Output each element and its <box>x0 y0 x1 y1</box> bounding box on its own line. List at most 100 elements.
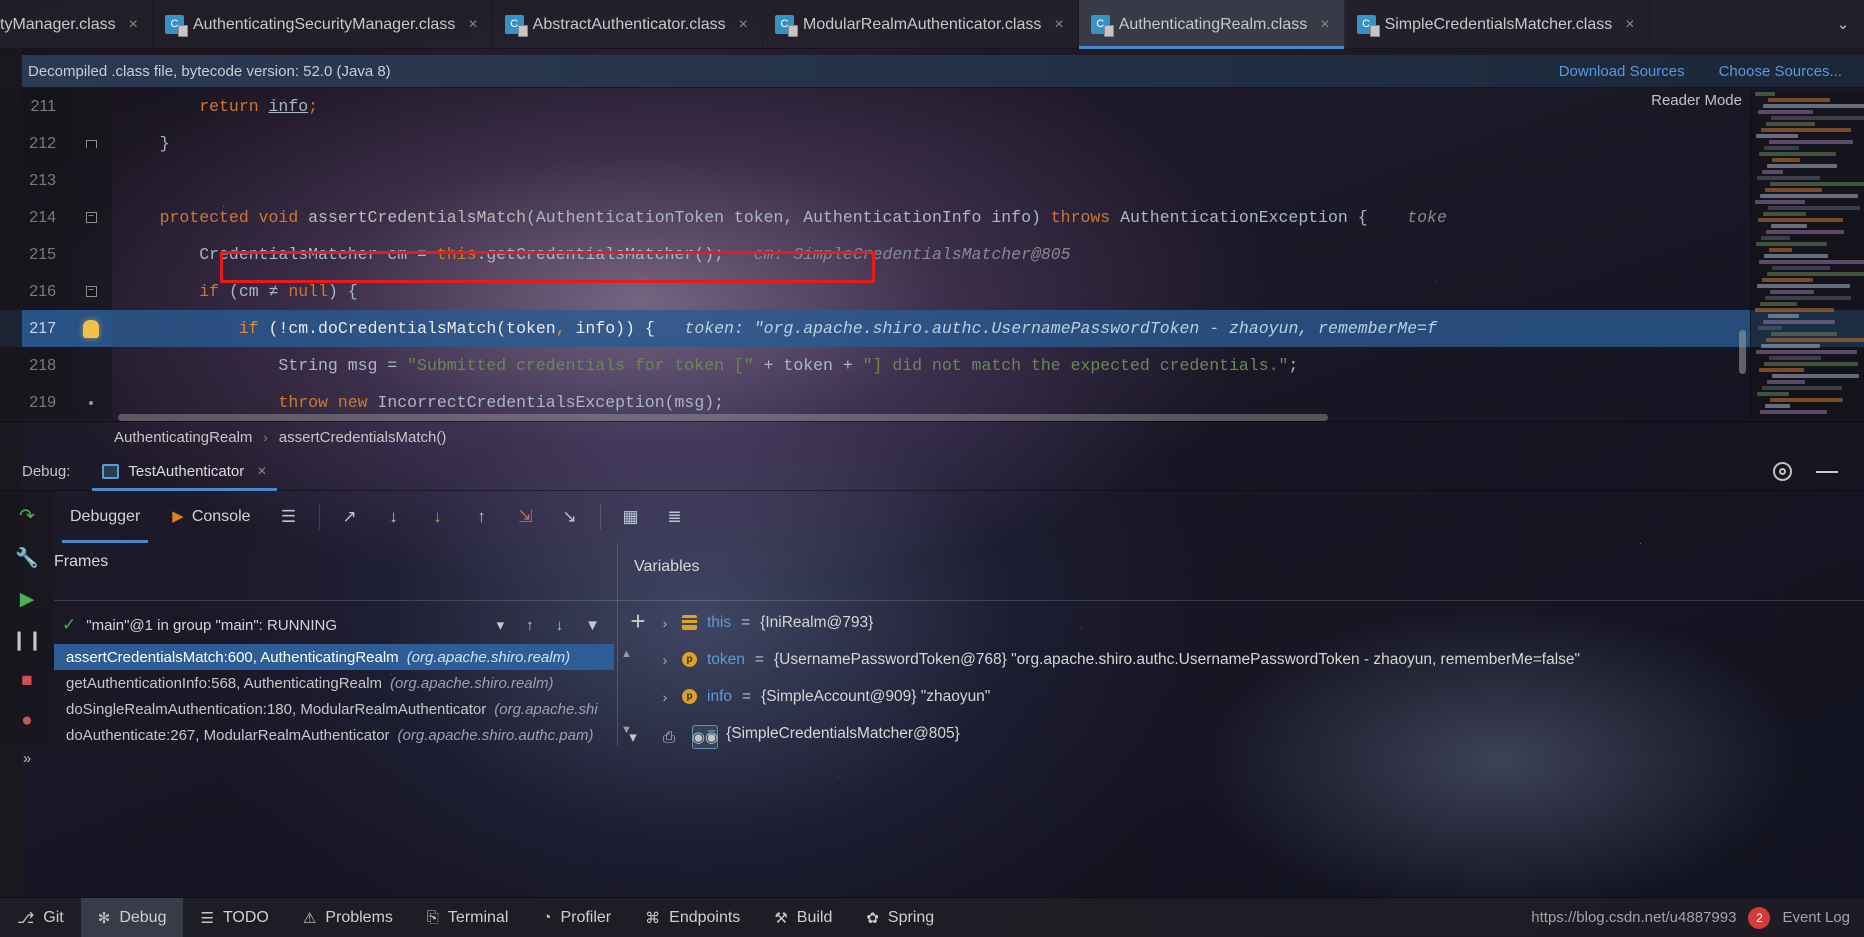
gutter-fold-column[interactable]: − <box>70 273 112 310</box>
gutter-fold-column[interactable] <box>70 125 112 162</box>
editor-tab-4[interactable]: C AuthenticatingRealm.class × <box>1078 0 1345 49</box>
status-bar-item-todo[interactable]: ☰ TODO <box>183 898 285 937</box>
watch-toggle-icon[interactable]: ◉◉ <box>692 725 718 749</box>
frame-row[interactable]: doAuthenticate:267, ModularRealmAuthenti… <box>54 722 614 748</box>
close-icon[interactable]: × <box>1625 16 1634 34</box>
stop-icon[interactable]: ■ <box>14 670 40 692</box>
chevron-down-icon[interactable]: ▾ <box>620 725 646 749</box>
status-badge[interactable]: 2 <box>1748 906 1771 929</box>
gutter-fold-column[interactable] <box>70 347 112 384</box>
arrow-up-icon[interactable]: ↑ <box>526 617 534 634</box>
chevron-right-icon[interactable]: › <box>658 689 672 705</box>
step-into-icon[interactable]: ↓ <box>381 504 407 530</box>
gutter-fold-column[interactable] <box>70 236 112 273</box>
editor-tab-5[interactable]: C SimpleCredentialsMatcher.class × <box>1345 0 1650 49</box>
chevron-right-icon[interactable]: › <box>658 615 672 631</box>
code-line[interactable]: 217 if (!cm.doCredentialsMatch(token, in… <box>0 310 1864 347</box>
close-icon[interactable]: × <box>129 16 138 34</box>
rerun-icon[interactable]: ↷ <box>14 505 40 528</box>
step-out-icon[interactable]: ↑ <box>469 504 495 530</box>
close-icon[interactable]: × <box>739 16 748 34</box>
frame-row[interactable]: doSingleRealmAuthentication:180, Modular… <box>54 696 614 722</box>
chevron-right-icon[interactable]: › <box>658 652 672 668</box>
breadcrumb-method[interactable]: assertCredentialsMatch() <box>279 429 447 446</box>
evaluate-expression-icon[interactable]: ▦ <box>618 504 644 530</box>
thread-selector[interactable]: ✓ "main"@1 in group "main": RUNNING ▾ ↑ … <box>54 608 614 642</box>
variables-list[interactable]: › this = {IniRealm@793} › p token = {Usernam… <box>650 604 1860 744</box>
gear-icon[interactable] <box>1773 462 1792 481</box>
force-step-into-icon[interactable]: ↓ <box>425 504 451 530</box>
more-actions-icon[interactable]: » <box>14 750 40 767</box>
gutter-fold-column[interactable] <box>70 88 112 125</box>
status-bar-item-debug[interactable]: ✻ Debug <box>80 897 184 937</box>
gutter-fold-column[interactable] <box>70 310 112 347</box>
reader-mode-label[interactable]: Reader Mode <box>1651 92 1742 109</box>
close-icon[interactable]: × <box>257 463 266 481</box>
chevron-down-icon[interactable]: ⌄ <box>1822 0 1864 48</box>
frame-row[interactable]: getAuthenticationInfo:568, Authenticatin… <box>54 670 614 696</box>
close-icon[interactable]: × <box>1054 16 1063 34</box>
editor-tab-3[interactable]: C ModularRealmAuthenticator.class × <box>763 0 1079 49</box>
status-bar-item-profiler[interactable]: ◔ Profiler <box>525 898 628 937</box>
gutter-fold-column[interactable] <box>70 384 112 419</box>
breadcrumb-class[interactable]: AuthenticatingRealm <box>114 429 252 446</box>
lines-icon[interactable]: ☰ <box>276 504 302 530</box>
wrench-icon[interactable]: 🔧 <box>14 546 40 570</box>
panel-divider-vertical[interactable] <box>617 543 618 746</box>
fold-end-icon[interactable] <box>85 139 97 148</box>
step-over-icon[interactable]: ↗ <box>337 504 363 530</box>
tab-debugger[interactable]: Debugger <box>54 491 156 543</box>
filter-icon[interactable]: ▼ <box>585 617 600 634</box>
tab-console[interactable]: ▶ Console <box>156 491 266 543</box>
code-line[interactable]: 216− if (cm ≠ null) { <box>0 273 1864 310</box>
code-line[interactable]: 218 String msg = "Submitted credentials … <box>0 347 1864 384</box>
variable-row[interactable]: › this = {IniRealm@793} <box>650 604 1860 641</box>
gutter-fold-column[interactable]: − <box>70 199 112 236</box>
minimap-line <box>1755 200 1805 204</box>
editor-tab-2[interactable]: C AbstractAuthenticator.class × <box>493 0 763 49</box>
code-line[interactable]: 213 <box>0 162 1864 199</box>
add-watch-icon[interactable]: + <box>630 608 645 634</box>
editor-vertical-scrollbar[interactable] <box>1739 330 1746 374</box>
variable-row[interactable]: = {SimpleCredentialsMatcher@805} <box>650 715 1860 752</box>
resume-icon[interactable]: ▶ <box>14 588 40 611</box>
download-sources-link[interactable]: Download Sources <box>1559 63 1685 80</box>
close-icon[interactable]: × <box>1320 16 1329 34</box>
chevron-down-icon[interactable]: ▾ <box>497 616 505 634</box>
editor-minimap[interactable] <box>1750 90 1864 419</box>
choose-sources-link[interactable]: Choose Sources... <box>1719 63 1842 80</box>
run-to-cursor-icon[interactable]: ↘ <box>557 504 583 530</box>
status-bar-item-terminal[interactable]: ⎘ Terminal <box>410 898 525 937</box>
status-bar-item-git[interactable]: ⎇ Git <box>0 898 81 937</box>
variable-row[interactable]: › p token = {UsernamePasswordToken@768} "o… <box>650 641 1860 678</box>
close-icon[interactable]: × <box>468 16 477 34</box>
settings-icon[interactable]: ≣ <box>662 504 688 530</box>
debug-session-tab[interactable]: TestAuthenticator × <box>92 453 277 491</box>
status-bar-item-problems[interactable]: ⚠ Problems <box>286 898 410 937</box>
drop-frame-icon[interactable]: ⇲ <box>513 504 539 530</box>
editor-horizontal-scrollbar[interactable] <box>118 414 1328 421</box>
event-log-label[interactable]: Event Log <box>1782 909 1850 926</box>
pause-icon[interactable]: ❙❙ <box>11 629 43 652</box>
code-line[interactable]: 214− protected void assertCredentialsMat… <box>0 199 1864 236</box>
gutter-fold-column[interactable] <box>70 162 112 199</box>
status-bar-item-endpoints[interactable]: ⌘ Endpoints <box>628 898 757 937</box>
fold-collapse-icon[interactable]: − <box>85 212 97 223</box>
arrow-down-icon[interactable]: ↓ <box>556 617 564 634</box>
status-bar-item-build[interactable]: ⚒ Build <box>757 898 849 937</box>
editor-tab-1[interactable]: C AuthenticatingSecurityManager.class × <box>153 0 493 49</box>
editor-tab-0[interactable]: tyManager.class × <box>0 0 153 49</box>
copy-icon[interactable]: ⎙ <box>656 725 682 749</box>
code-line[interactable]: 211 return info; <box>0 88 1864 125</box>
mute-breakpoints-icon[interactable]: ● <box>14 710 40 732</box>
frame-row[interactable]: assertCredentialsMatch:600, Authenticati… <box>54 644 614 670</box>
code-line[interactable]: 212 } <box>0 125 1864 162</box>
code-editor[interactable]: 211 return info; 212 } 213 214− protected v… <box>0 88 1864 419</box>
frames-list[interactable]: assertCredentialsMatch:600, Authenticati… <box>54 644 614 744</box>
code-line[interactable]: 215 CredentialsMatcher cm = this.getCred… <box>0 236 1864 273</box>
status-bar-item-spring[interactable]: ✿ Spring <box>849 898 951 937</box>
fold-collapse-icon[interactable]: − <box>85 286 97 297</box>
minimize-icon[interactable] <box>1816 470 1838 473</box>
intention-bulb-icon[interactable] <box>83 319 99 338</box>
variable-row[interactable]: › p info = {SimpleAccount@909} "zhaoyun" <box>650 678 1860 715</box>
